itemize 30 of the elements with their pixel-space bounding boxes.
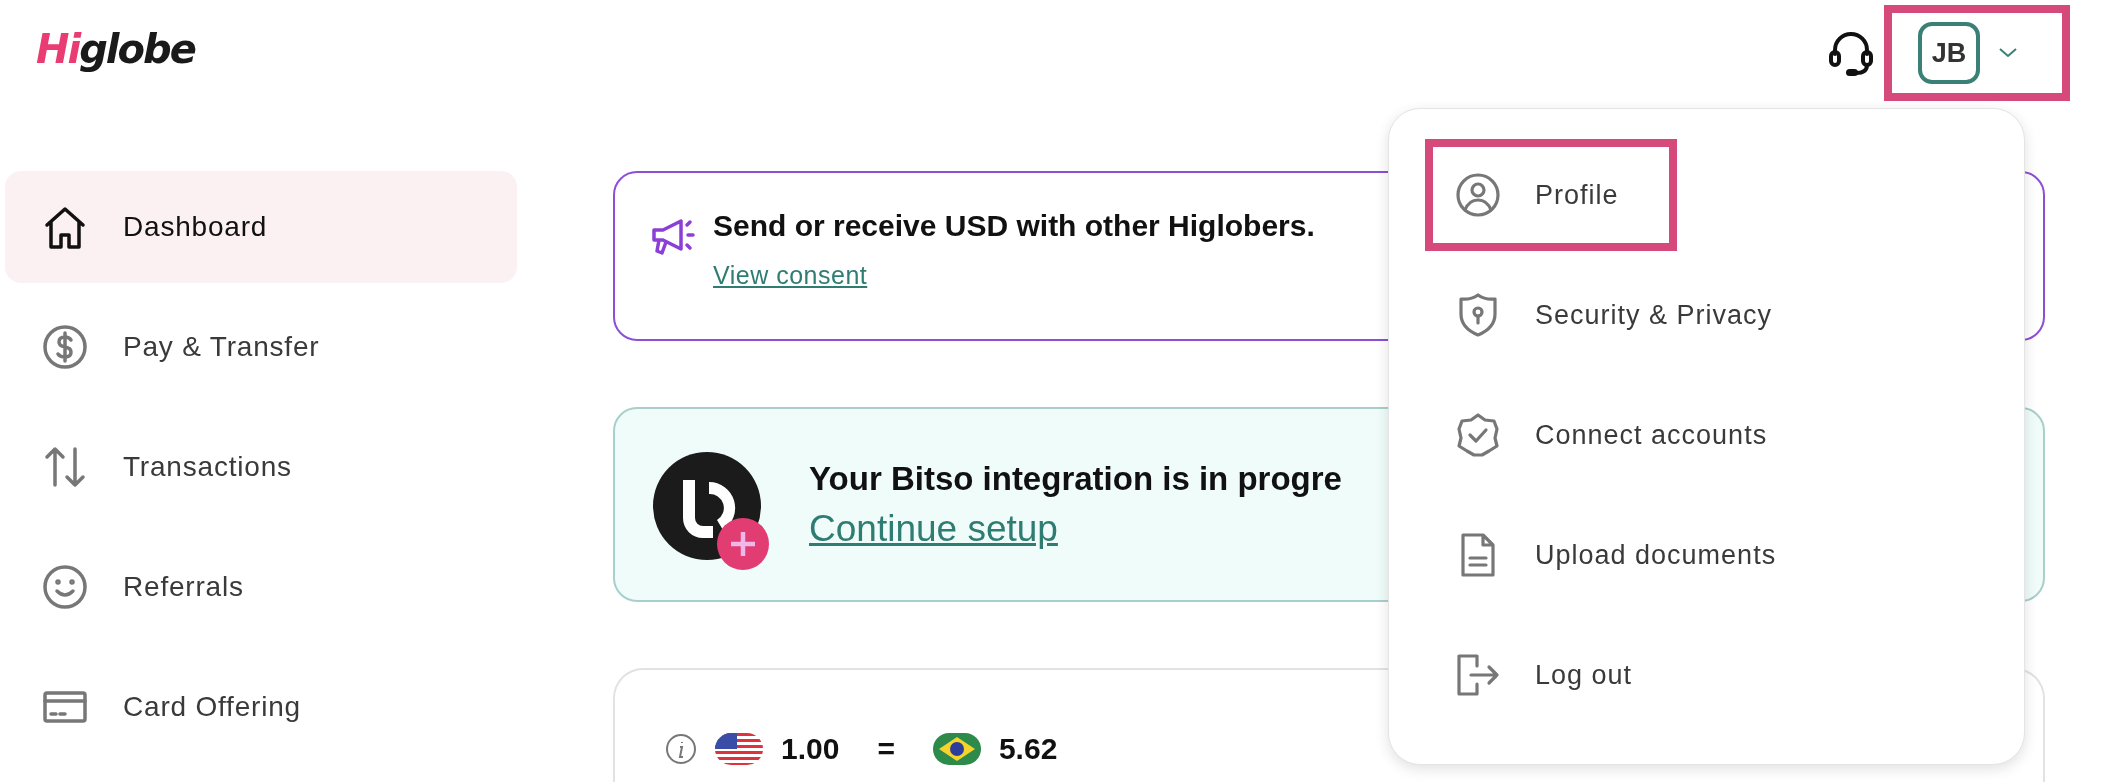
sidebar-item[interactable]: Transactions <box>5 411 517 523</box>
menu-item[interactable]: Upload documents <box>1425 499 1835 611</box>
view-consent-link[interactable]: View consent <box>713 261 868 290</box>
dollar-icon <box>41 323 89 371</box>
continue-setup-link[interactable]: Continue setup <box>809 507 1058 550</box>
logo[interactable]: Higlobe <box>36 26 195 72</box>
megaphone-icon <box>651 217 697 257</box>
sidebar-item[interactable]: Referrals <box>5 531 517 643</box>
sidebar-item[interactable]: Dashboard <box>5 171 517 283</box>
equals-sign: = <box>877 732 895 766</box>
smiley-icon <box>41 563 89 611</box>
us-flag-icon <box>715 733 763 765</box>
info-icon[interactable] <box>665 733 697 765</box>
announcement-text: Send or receive USD with other Higlobers. <box>713 209 1315 243</box>
menu-item[interactable]: Log out <box>1425 619 1691 731</box>
chevron-down-icon <box>1998 47 2018 59</box>
logout-icon <box>1455 652 1501 698</box>
brazil-flag-icon <box>932 733 981 765</box>
menu-item[interactable]: Connect accounts <box>1425 379 1826 491</box>
avatar: JB <box>1918 22 1980 84</box>
sidebar-item[interactable]: Pay & Transfer <box>5 291 517 403</box>
integration-title: Your Bitso integration is in progre <box>809 459 1342 498</box>
menu-item[interactable]: Profile <box>1425 139 1677 251</box>
user-icon <box>1455 172 1501 218</box>
menu-item[interactable]: Security & Privacy <box>1425 259 1831 371</box>
sidebar-item[interactable]: Card Offering <box>5 651 517 763</box>
from-amount: 1.00 <box>781 732 840 766</box>
account-menu-button[interactable]: JB <box>1884 5 2070 101</box>
check-badge-icon <box>1455 412 1501 458</box>
to-amount: 5.62 <box>998 732 1058 766</box>
